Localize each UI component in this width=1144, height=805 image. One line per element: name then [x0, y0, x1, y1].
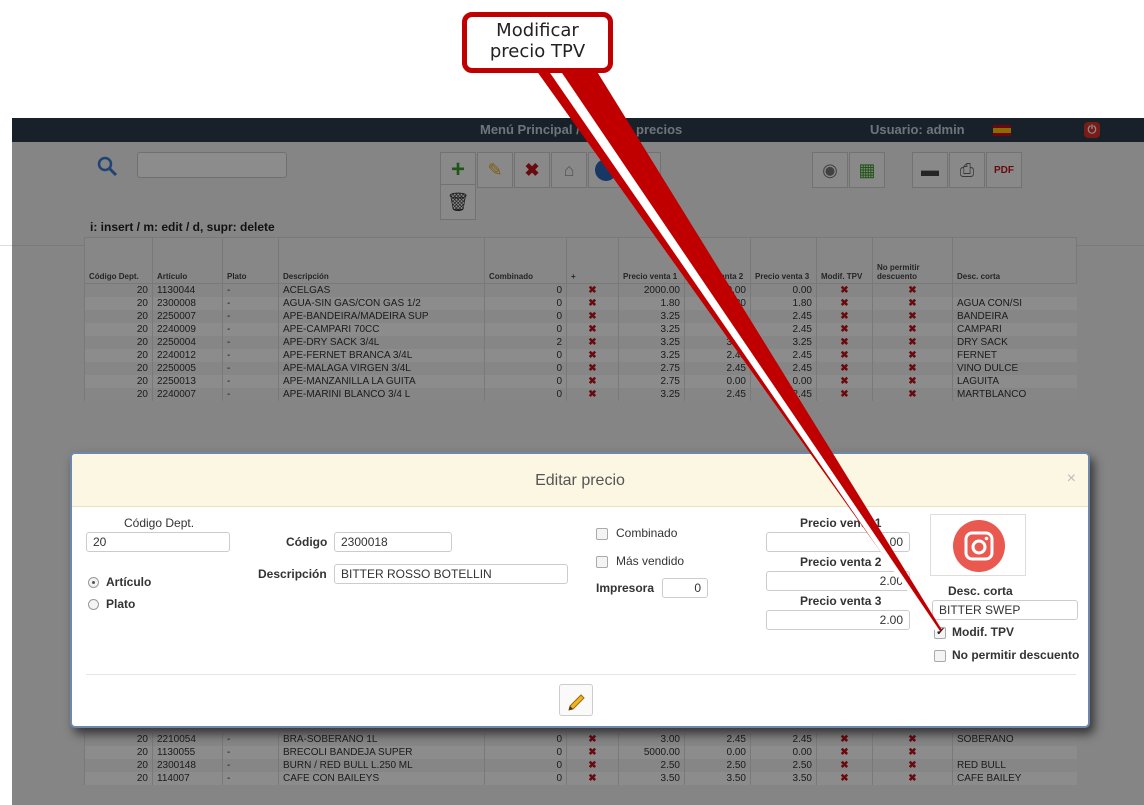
- callout-line-1: Modificar: [496, 20, 579, 41]
- callout-line-2: precio TPV: [489, 41, 586, 62]
- precio-venta-3-label: Precio venta 3: [800, 594, 882, 608]
- product-image-frame[interactable]: [930, 514, 1026, 576]
- impresora-label: Impresora: [596, 581, 655, 595]
- pencil-icon: [568, 694, 585, 711]
- plato-label: Plato: [106, 597, 136, 611]
- descripcion-field[interactable]: BITTER ROSSO BOTELLIN: [334, 564, 568, 584]
- desc-corta-label: Desc. corta: [948, 584, 1013, 598]
- articulo-radio[interactable]: [88, 577, 99, 588]
- no-descuento-checkbox[interactable]: [934, 650, 946, 662]
- precio-venta-3-field[interactable]: 2.00: [766, 610, 910, 630]
- precio-venta-2-field[interactable]: 2.00: [766, 571, 910, 591]
- modal-header: Editar precio ×: [72, 454, 1088, 507]
- modal-title: Editar precio: [535, 472, 625, 489]
- codigo-dept-field[interactable]: 20: [86, 532, 230, 552]
- plato-radio[interactable]: [88, 599, 99, 610]
- modal-footer-divider: [86, 674, 1076, 675]
- modif-tpv-label: Modif. TPV: [952, 625, 1014, 639]
- instagram-icon: [953, 520, 1005, 572]
- precio-venta-1-field[interactable]: 2.00: [766, 532, 910, 552]
- mas-vendido-checkbox[interactable]: [596, 556, 608, 568]
- mas-vendido-label: Más vendido: [616, 554, 685, 568]
- codigo-dept-label: Código Dept.: [124, 516, 195, 530]
- impresora-field[interactable]: 0: [662, 578, 708, 598]
- close-button[interactable]: ×: [1067, 470, 1076, 488]
- save-edit-button[interactable]: [559, 684, 593, 716]
- desc-corta-field[interactable]: BITTER SWEP: [932, 600, 1078, 620]
- precio-venta-2-label: Precio venta 2: [800, 555, 882, 569]
- articulo-label: Artículo: [106, 575, 152, 589]
- screenshot-stage: Menú Principal / Lista de precios Usuari…: [0, 0, 1144, 805]
- codigo-label: Código: [286, 535, 328, 549]
- descripcion-label: Descripción: [258, 567, 327, 581]
- combinado-label: Combinado: [616, 526, 678, 540]
- codigo-field[interactable]: 2300018: [334, 532, 452, 552]
- annotation-callout: Modificar precio TPV: [462, 12, 613, 73]
- edit-price-modal: Editar precio × Código Dept. 20 Código 2…: [70, 452, 1090, 728]
- precio-venta-1-label: Precio venta 1: [800, 516, 882, 530]
- combinado-checkbox[interactable]: [596, 528, 608, 540]
- no-descuento-label: No permitir descuento: [952, 648, 1080, 662]
- modif-tpv-checkbox[interactable]: [934, 625, 946, 639]
